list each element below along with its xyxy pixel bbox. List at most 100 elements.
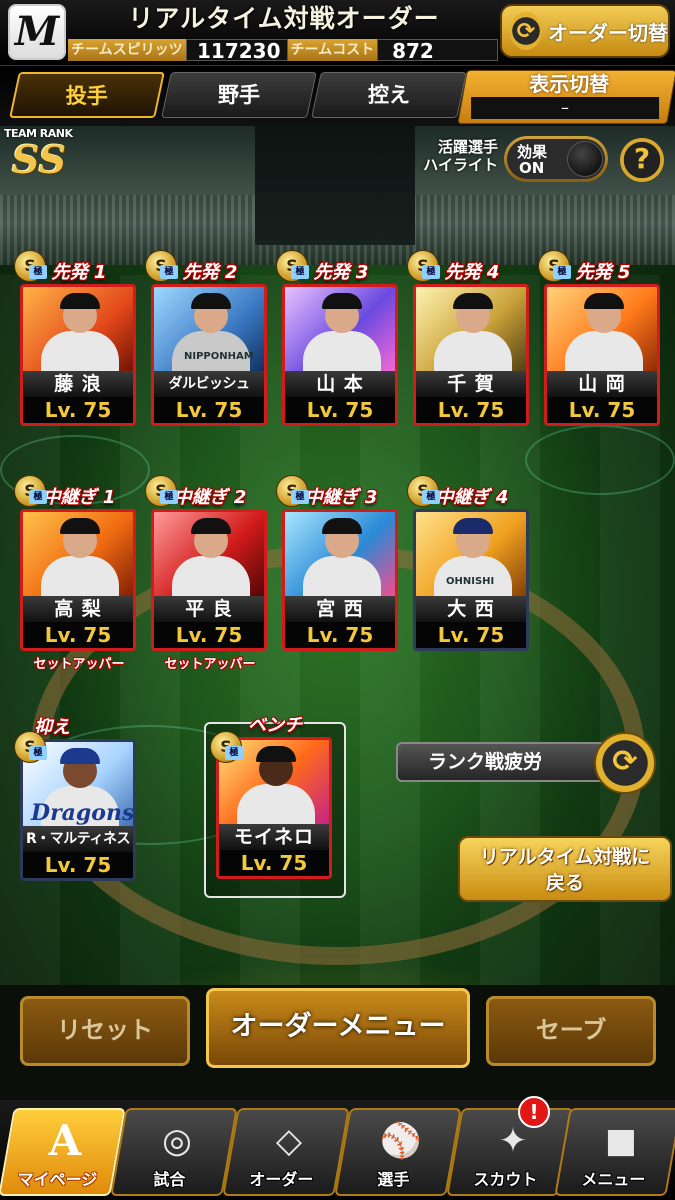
rarity-badge: S極 [538, 250, 571, 282]
player-icon: ⚾ [379, 1121, 423, 1161]
tab-label: 投手 [65, 84, 108, 108]
player-name: モイネロ [219, 824, 329, 850]
team-cost-label: チームコスト [287, 39, 378, 61]
player-level: Lv. 75 [23, 622, 133, 648]
reliever-slot-4[interactable]: 中継ぎ 4 OHNISHI 大 西 Lv. 75 S極 [407, 475, 531, 651]
rarity-sub: 極 [422, 265, 440, 279]
player-name: 宮 西 [285, 596, 395, 622]
toggle-knob [567, 141, 603, 177]
highlight-label: 活躍選手 ハイライト [414, 138, 498, 174]
bench-slot[interactable]: ベンチ モイネロ Lv. 75 S極 [210, 711, 334, 879]
nav-order[interactable]: ◇ オーダー [222, 1108, 350, 1196]
display-toggle-button[interactable]: 表示切替 – [457, 70, 675, 124]
tab-label: 野手 [218, 83, 260, 107]
scoreboard [255, 125, 415, 245]
player-card[interactable]: NIPPONHAM ダルビッシュ Lv. 75 [151, 284, 267, 426]
starter-slot-4[interactable]: 先発 4 千 賀 Lv. 75 S極 [407, 250, 531, 426]
role-note: セットアッパー [33, 657, 125, 672]
nav-players[interactable]: ⚾ 選手 [334, 1108, 462, 1196]
portrait-cap [256, 746, 296, 762]
highlight-label-line1: 活躍選手 [437, 138, 498, 156]
effect-toggle-track: 効果 ON [507, 139, 605, 179]
rarity-sub: 極 [291, 490, 309, 504]
tab-fielders[interactable]: 野手 [161, 72, 317, 118]
role-note: セットアッパー [164, 657, 256, 672]
player-name: ダルビッシュ [154, 371, 264, 397]
rarity-badge: S極 [145, 250, 178, 282]
starter-slot-3[interactable]: 先発 3 山 本 Lv. 75 S極 [276, 250, 400, 426]
save-button[interactable]: セーブ [486, 996, 656, 1066]
player-level: Lv. 75 [547, 397, 657, 423]
notification-badge: ! [518, 1096, 550, 1128]
player-level: Lv. 75 [23, 397, 133, 423]
player-card[interactable]: 平 良 Lv. 75 [151, 509, 267, 651]
player-card[interactable]: 千 賀 Lv. 75 [413, 284, 529, 426]
tab-reserves[interactable]: 控え [311, 72, 467, 118]
player-level: Lv. 75 [285, 397, 395, 423]
team-stats: チームスピリッツ 117230 チームコスト 872 [68, 38, 498, 62]
portrait-cap [584, 293, 624, 309]
reliever-slot-3[interactable]: 中継ぎ 3 宮 西 Lv. 75 S極 [276, 475, 400, 651]
back-to-realtime-button[interactable]: リアルタイム対戦に 戻る [458, 836, 672, 902]
page-title: リアルタイム対戦オーダー [128, 4, 440, 33]
effect-toggle[interactable]: 効果 ON [504, 136, 608, 182]
player-name: 藤 浪 [23, 371, 133, 397]
nav-label: 試合 [153, 1170, 186, 1189]
player-level: Lv. 75 [285, 622, 395, 648]
order-menu-button[interactable]: オーダーメニュー [206, 988, 470, 1068]
rarity-sub: 極 [29, 265, 47, 279]
nav-mypage[interactable]: A マイページ [0, 1108, 126, 1196]
reliever-slot-2[interactable]: 中継ぎ 2 平 良 Lv. 75 S極 セットアッパー [145, 475, 269, 672]
portrait-cap [60, 293, 100, 309]
closer-slot[interactable]: 抑え Dragons R・マルティネス Lv. 75 S極 [14, 713, 138, 881]
player-card[interactable]: 高 梨 Lv. 75 [20, 509, 136, 651]
nav-scout[interactable]: ✦ スカウト [446, 1108, 574, 1196]
rarity-sub: 極 [29, 490, 47, 504]
rank-fatigue-button[interactable]: ランク戦疲労 ⟳ [396, 732, 666, 794]
player-card[interactable]: 山 本 Lv. 75 [282, 284, 398, 426]
rarity-badge: S極 [276, 250, 309, 282]
team-cost-value: 872 [377, 39, 498, 62]
position-tabs: 投手 野手 控え 表示切替 – [0, 66, 675, 126]
rarity-sub: 極 [225, 746, 243, 760]
jersey-text: NIPPONHAM [184, 351, 254, 362]
rarity-badge: S極 [407, 250, 440, 282]
bottom-nav: A マイページ ◎ 試合 ◇ オーダー ⚾ 選手 ✦ スカウト ■ メニュー [0, 1100, 675, 1200]
player-card[interactable]: 山 岡 Lv. 75 [544, 284, 660, 426]
team-rank: TEAM RANK SS [4, 127, 94, 187]
player-portrait [285, 512, 395, 602]
team-logo: M [8, 4, 66, 60]
tab-pitchers[interactable]: 投手 [9, 72, 165, 118]
nav-match[interactable]: ◎ 試合 [110, 1108, 238, 1196]
mypage-icon: A [48, 1116, 82, 1165]
rarity-badge: S極 [14, 250, 47, 282]
nav-menu[interactable]: ■ メニュー [554, 1108, 675, 1196]
nav-label: マイページ [17, 1170, 98, 1189]
player-level: Lv. 75 [23, 852, 133, 878]
player-name: 大 西 [416, 596, 526, 622]
player-portrait [23, 512, 133, 602]
order-switch-button[interactable]: ⟳ オーダー切替 [500, 4, 670, 58]
starter-slot-2[interactable]: 先発 2 NIPPONHAM ダルビッシュ Lv. 75 S極 [145, 250, 269, 426]
player-level: Lv. 75 [416, 622, 526, 648]
team-text: Dragons [31, 800, 133, 826]
nav-label: メニュー [581, 1170, 646, 1189]
player-card[interactable]: OHNISHI 大 西 Lv. 75 [413, 509, 529, 651]
player-level: Lv. 75 [154, 622, 264, 648]
portrait-cap [453, 518, 493, 534]
starter-slot-1[interactable]: 先発 1 藤 浪 Lv. 75 S極 [14, 250, 138, 426]
portrait-cap [191, 293, 231, 309]
rank-fatigue-label: ランク戦疲労 [396, 742, 606, 782]
starter-slot-5[interactable]: 先発 5 山 岡 Lv. 75 S極 [538, 250, 662, 426]
player-card[interactable]: 宮 西 Lv. 75 [282, 509, 398, 651]
player-card[interactable]: 藤 浪 Lv. 75 [20, 284, 136, 426]
player-level: Lv. 75 [154, 397, 264, 423]
player-name: 平 良 [154, 596, 264, 622]
rarity-sub: 極 [29, 746, 47, 760]
rarity-badge: S極 [210, 731, 243, 763]
reliever-slot-1[interactable]: 中継ぎ 1 高 梨 Lv. 75 S極 セットアッパー [14, 475, 138, 672]
player-portrait: NIPPONHAM [154, 287, 264, 377]
help-button[interactable]: ? [620, 138, 664, 182]
reset-button[interactable]: リセット [20, 996, 190, 1066]
header-bar: M リアルタイム対戦オーダー チームスピリッツ 117230 チームコスト 87… [0, 0, 675, 66]
